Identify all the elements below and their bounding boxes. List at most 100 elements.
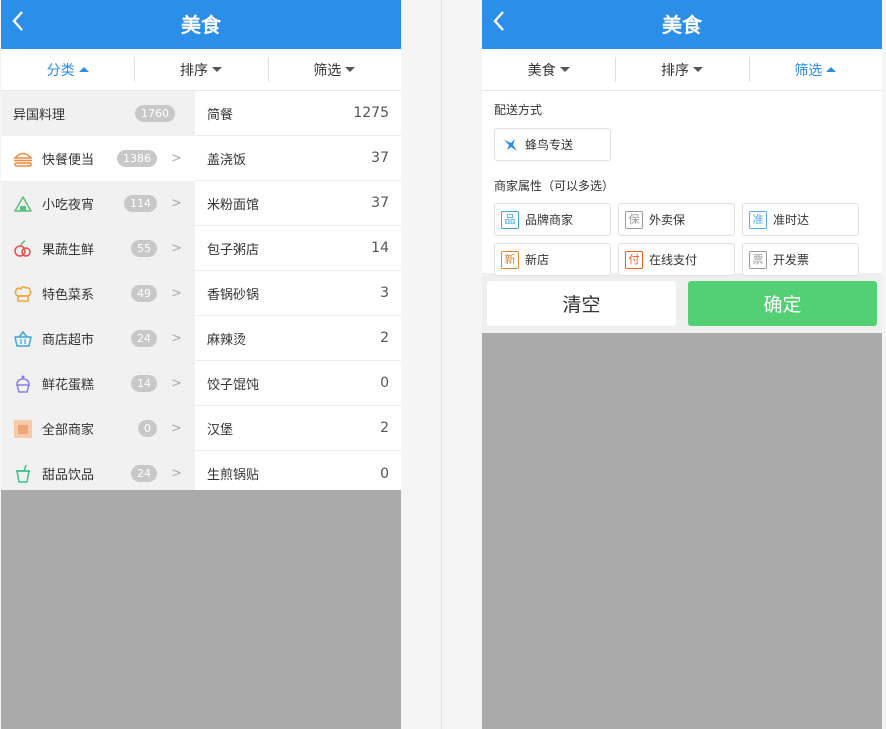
right-phone-panel: 美食 美食 排序 筛选 配送方式 蜂鸟专送 商家属性（可以多选） 品 品牌商家 [482,0,882,729]
subcategory-label: 饺子馄饨 [207,377,260,393]
category-item[interactable]: 快餐便当 1386 > [1,136,195,181]
delivery-section-title: 配送方式 [494,103,543,117]
attribute-label: 在线支付 [649,253,698,267]
chevron-right-icon: > [171,286,182,301]
chevron-right-icon: > [171,376,182,391]
tab-filter[interactable]: 筛选 [748,49,882,90]
delivery-option-fengniao[interactable]: 蜂鸟专送 [494,128,611,161]
panel-divider [441,0,442,729]
category-item[interactable]: 果蔬生鲜 55 > [1,226,195,271]
subcategory-item[interactable]: 包子粥店 14 [195,226,401,271]
clear-button[interactable]: 清空 [487,281,676,326]
delivery-option-label: 蜂鸟专送 [525,138,574,152]
category-item[interactable]: 异国料理 1760 [1,91,195,136]
subcategory-label: 米粉面馆 [207,197,260,213]
filter-tab-bar: 美食 排序 筛选 [482,49,882,91]
subcategory-item[interactable]: 麻辣烫 2 [195,316,401,361]
count-badge: 1760 [135,105,175,122]
caret-down-icon [211,67,222,72]
overlay-backdrop[interactable] [482,333,882,711]
basket-icon [13,329,33,349]
category-label: 特色菜系 [42,288,95,303]
caret-down-icon [692,67,703,72]
subcategory-item[interactable]: 生煎锅贴 0 [195,451,401,496]
burger-icon [13,149,33,169]
category-label: 全部商家 [42,423,95,438]
chevron-right-icon: > [171,151,182,166]
attribute-option-insurance[interactable]: 保 外卖保 [618,203,735,236]
page-title: 美食 [181,13,221,37]
category-label: 果蔬生鲜 [42,243,95,258]
overlay-backdrop[interactable] [1,490,401,729]
subcategory-item[interactable]: 盖浇饭 37 [195,136,401,181]
chef-hat-icon [13,284,33,304]
tab-label: 筛选 [794,62,823,79]
attribute-label: 品牌商家 [525,213,574,227]
filter-actions: 清空 确定 [482,273,882,333]
category-item[interactable]: 甜品饮品 24 > [1,451,195,496]
category-item[interactable]: 全部商家 0 > [1,406,195,451]
tab-filter[interactable]: 筛选 [267,49,401,90]
category-item[interactable]: 鲜花蛋糕 14 > [1,361,195,406]
caret-up-icon [78,67,89,72]
attribute-section-title: 商家属性（可以多选） [494,179,615,193]
subcategory-label: 汉堡 [207,422,234,438]
count-badge: 49 [131,285,157,302]
header-bar: 美食 [1,0,401,49]
attribute-option-new-shop[interactable]: 新 新店 [494,243,611,276]
caret-up-icon [826,67,837,72]
subcategory-item[interactable]: 饺子馄饨 0 [195,361,401,406]
attribute-option-brand[interactable]: 品 品牌商家 [494,203,611,236]
subcategory-count: 0 [380,465,389,482]
count-badge: 1386 [117,150,157,167]
tab-label: 美食 [527,62,556,79]
new-shop-icon: 新 [501,250,519,269]
subcategory-item[interactable]: 简餐 1275 [195,91,401,136]
subcategory-list: 简餐 1275 盖浇饭 37 米粉面馆 37 包子粥店 14 香锅砂锅 3 麻辣烫 2 饺子… [195,91,401,490]
category-label: 甜品饮品 [42,468,95,483]
category-item[interactable]: 特色菜系 49 > [1,271,195,316]
subcategory-item[interactable]: 米粉面馆 37 [195,181,401,226]
count-badge: 24 [131,330,157,347]
caret-down-icon [559,67,570,72]
tab-label: 排序 [660,62,689,79]
subcategory-label: 盖浇饭 [207,152,247,168]
attribute-label: 开发票 [773,253,810,267]
subcategory-count: 3 [380,285,389,301]
subcategory-count: 37 [371,195,389,211]
category-item[interactable]: 小吃夜宵 114 > [1,181,195,226]
tab-sort[interactable]: 排序 [134,49,267,90]
subcategory-item[interactable]: 汉堡 2 [195,406,401,451]
ontime-icon: 准 [749,210,767,229]
subcategory-count: 37 [371,150,389,166]
drink-icon [13,464,33,484]
attribute-option-online-pay[interactable]: 付 在线支付 [618,243,735,276]
category-list: 异国料理 1760 快餐便当 1386 > 小吃夜宵 114 > 果蔬生鲜 55… [1,91,195,490]
attribute-option-ontime[interactable]: 准 准时达 [742,203,859,236]
invoice-icon: 票 [749,250,767,269]
subcategory-count: 14 [371,240,389,256]
back-arrow-icon[interactable] [492,10,514,36]
attribute-option-invoice[interactable]: 票 开发票 [742,243,859,276]
attribute-label: 外卖保 [649,213,686,227]
header-bar: 美食 [482,0,882,49]
category-label: 小吃夜宵 [42,198,95,213]
subcategory-label: 香锅砂锅 [207,287,260,303]
attribute-label: 准时达 [773,213,810,227]
subcategory-label: 简餐 [207,107,234,123]
tab-category[interactable]: 美食 [482,49,615,90]
filter-tab-bar: 分类 排序 筛选 [1,49,401,91]
tab-sort[interactable]: 排序 [615,49,748,90]
back-arrow-icon[interactable] [11,10,33,36]
subcategory-item[interactable]: 香锅砂锅 3 [195,271,401,316]
tab-category[interactable]: 分类 [1,49,134,90]
count-badge: 114 [124,195,157,212]
count-badge: 55 [131,240,157,257]
subcategory-label: 生煎锅贴 [207,468,260,483]
confirm-button[interactable]: 确定 [688,281,877,326]
subcategory-count: 0 [380,375,389,391]
chevron-right-icon: > [171,196,182,211]
fruit-icon [13,239,33,259]
category-item[interactable]: 商店超市 24 > [1,316,195,361]
attribute-row: 新 新店 付 在线支付 票 开发票 [494,243,870,276]
